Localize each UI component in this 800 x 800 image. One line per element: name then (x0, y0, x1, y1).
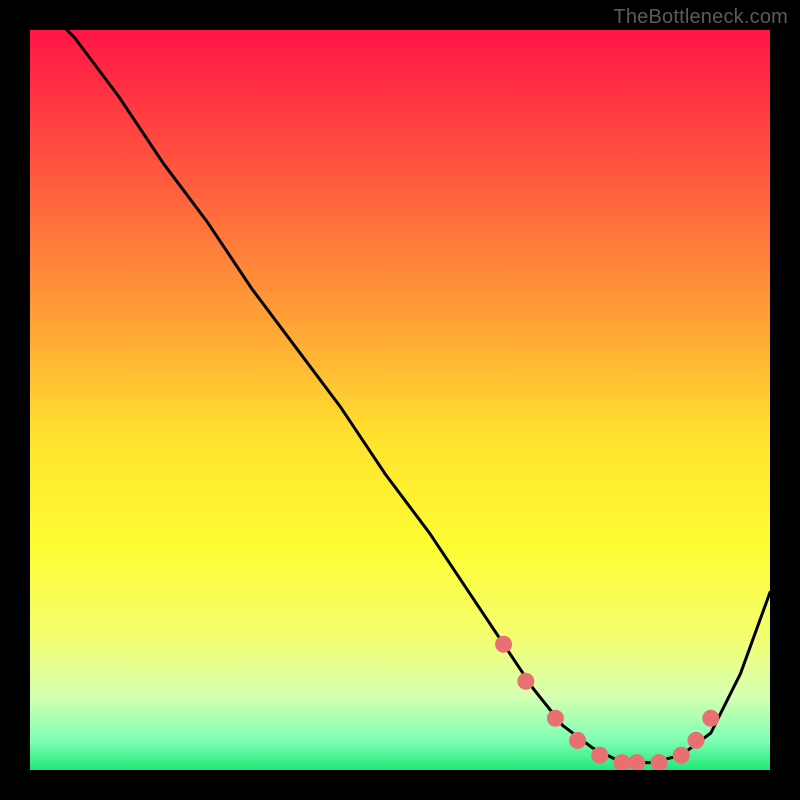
marker-point (629, 755, 645, 770)
marker-point (592, 747, 608, 763)
marker-point (518, 673, 534, 689)
marker-point (570, 732, 586, 748)
chart-overlay (30, 30, 770, 770)
marker-point (614, 755, 630, 770)
marker-point (547, 710, 563, 726)
chart-stage: TheBottleneck.com (0, 0, 800, 800)
plot-area (30, 30, 770, 770)
marker-point (496, 636, 512, 652)
watermark-text: TheBottleneck.com (613, 6, 788, 29)
marker-point (673, 747, 689, 763)
marker-point (688, 732, 704, 748)
bottleneck-curve (30, 30, 770, 763)
marker-point (651, 755, 667, 770)
marker-group (496, 636, 719, 770)
marker-point (703, 710, 719, 726)
